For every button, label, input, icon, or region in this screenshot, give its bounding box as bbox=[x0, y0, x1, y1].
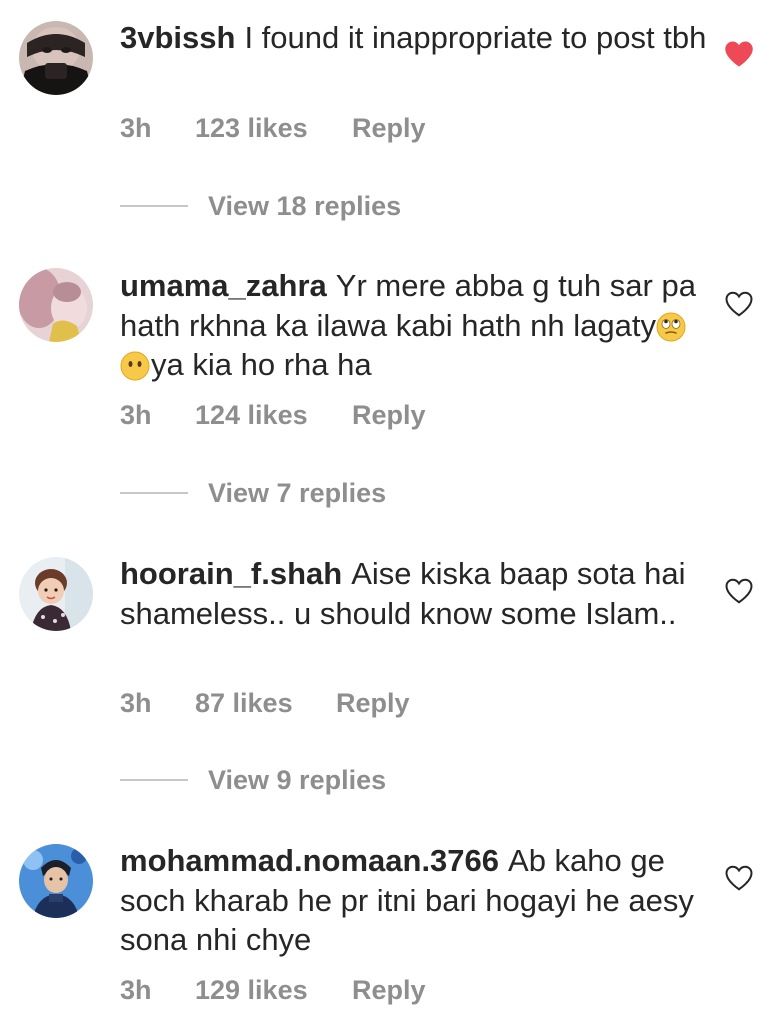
reply-button[interactable]: Reply bbox=[336, 688, 410, 719]
heart-outline-icon[interactable] bbox=[724, 577, 754, 605]
comment-username[interactable]: umama_zahra bbox=[120, 268, 327, 303]
view-replies-button[interactable]: View 7 replies bbox=[120, 473, 386, 513]
comment-text: hoorain_f.shah Aise kiska baap sota hai s… bbox=[120, 554, 710, 633]
comment-text: umama_zahra Yr mere abba g tuh sar pa hat… bbox=[120, 266, 710, 385]
reply-button[interactable]: Reply bbox=[352, 400, 426, 431]
view-replies-button[interactable]: View 9 replies bbox=[120, 760, 386, 800]
avatar[interactable] bbox=[19, 844, 93, 918]
view-replies-button[interactable]: View 18 replies bbox=[120, 186, 401, 226]
avatar[interactable] bbox=[19, 557, 93, 631]
comment-text: mohammad.nomaan.3766 Ab kaho ge soch khar… bbox=[120, 841, 710, 960]
heart-icon[interactable] bbox=[724, 40, 754, 68]
comment-likes[interactable]: 123 likes bbox=[195, 113, 308, 144]
avatar[interactable] bbox=[19, 21, 93, 95]
view-replies-label: View 18 replies bbox=[208, 190, 402, 221]
comment-time: 3h bbox=[120, 400, 152, 430]
comment-time: 3h bbox=[120, 975, 152, 1005]
reply-button[interactable]: Reply bbox=[352, 113, 426, 144]
heart-outline-icon[interactable] bbox=[724, 290, 754, 318]
replies-divider bbox=[120, 205, 188, 207]
comment-likes[interactable]: 124 likes bbox=[195, 400, 308, 431]
face-without-mouth-emoji bbox=[120, 351, 150, 381]
comment-text: 3vbissh I found it inappropriate to post … bbox=[120, 18, 710, 58]
replies-divider bbox=[120, 779, 188, 781]
comment-likes[interactable]: 87 likes bbox=[195, 688, 293, 719]
comment-time: 3h bbox=[120, 688, 152, 718]
comment-username[interactable]: hoorain_f.shah bbox=[120, 556, 342, 591]
heart-outline-icon[interactable] bbox=[724, 864, 754, 892]
comment-username[interactable]: mohammad.nomaan.3766 bbox=[120, 843, 499, 878]
view-replies-label: View 9 replies bbox=[208, 764, 387, 795]
comment-likes[interactable]: 129 likes bbox=[195, 975, 308, 1006]
comment-username[interactable]: 3vbissh bbox=[120, 20, 235, 55]
view-replies-label: View 7 replies bbox=[208, 477, 387, 508]
replies-divider bbox=[120, 492, 188, 494]
face-with-rolling-eyes-emoji bbox=[656, 312, 686, 342]
avatar[interactable] bbox=[19, 268, 93, 342]
reply-button[interactable]: Reply bbox=[352, 975, 426, 1006]
comment-body-end: ya kia ho rha ha bbox=[151, 347, 372, 382]
comment-body: I found it inappropriate to post tbh bbox=[244, 20, 707, 55]
comment-time: 3h bbox=[120, 113, 152, 143]
